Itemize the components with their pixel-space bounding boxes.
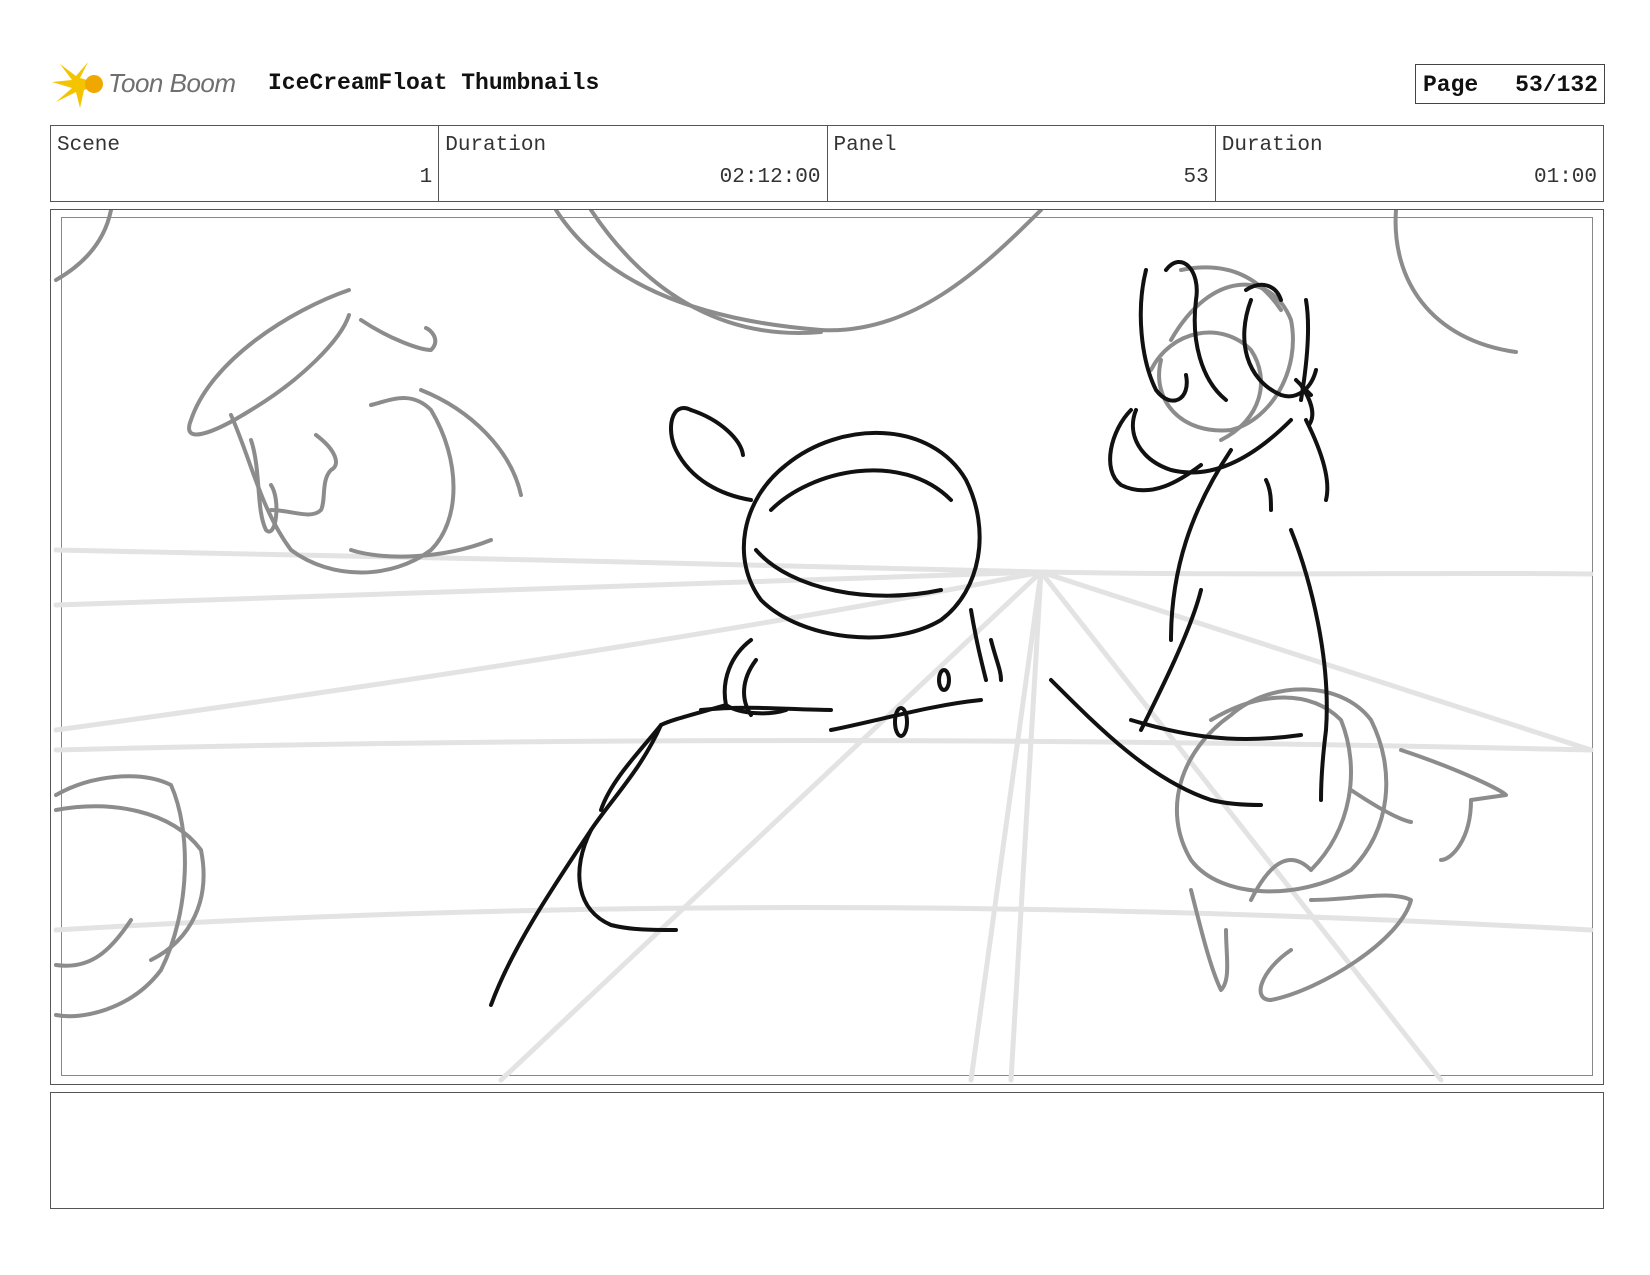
panel-label: Panel [833, 134, 897, 157]
perspective-guides [53, 547, 1594, 1083]
scene-cell: Scene 1 [51, 126, 438, 201]
panel-duration-value: 01:00 [1533, 166, 1597, 189]
ink-layer [489, 260, 1330, 1007]
toon-boom-logo: Toon Boom [50, 58, 250, 110]
scene-duration-label: Duration [445, 134, 547, 157]
scene-duration-cell: Duration 02:12:00 [438, 126, 826, 201]
page-number: 53/132 [1515, 72, 1598, 98]
storyboard-panel [50, 209, 1604, 1085]
starburst-icon [52, 62, 103, 108]
storyboard-header: Toon Boom IceCreamFloat Thumbnails Page … [50, 58, 1605, 110]
panel-cell: Panel 53 [826, 126, 1215, 201]
scene-duration-value: 02:12:00 [719, 166, 821, 189]
scene-info-row: Scene 1 Duration 02:12:00 Panel 53 Durat… [50, 125, 1604, 202]
page-indicator: Page 53/132 [1415, 64, 1605, 104]
panel-value: 53 [1183, 166, 1209, 189]
sketch-drawing [53, 210, 1594, 1083]
page-label: Page [1423, 72, 1479, 98]
logo-text: Toon Boom [108, 68, 236, 98]
panel-duration-cell: Duration 01:00 [1214, 126, 1603, 201]
panel-notes [50, 1092, 1604, 1209]
scene-value: 1 [419, 166, 433, 189]
document-title: IceCreamFloat Thumbnails [268, 70, 600, 96]
scene-label: Scene [57, 134, 121, 157]
panel-duration-label: Duration [1221, 134, 1323, 157]
